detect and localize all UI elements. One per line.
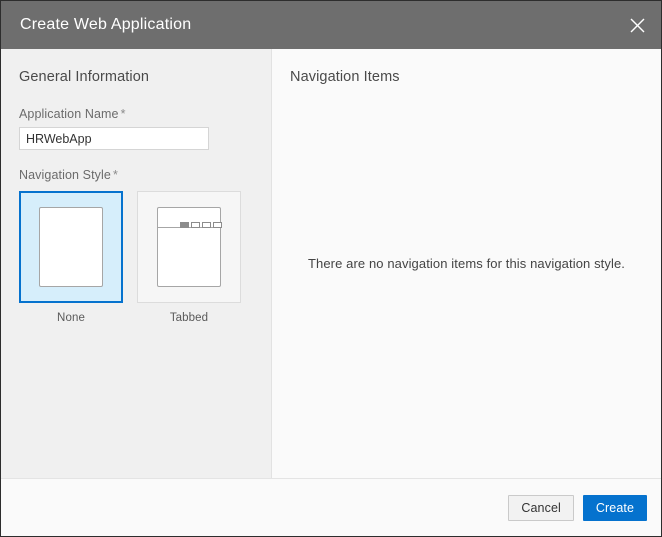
- create-button[interactable]: Create: [582, 494, 647, 521]
- navigation-style-label: Navigation Style *: [19, 168, 253, 182]
- close-icon: [629, 17, 646, 34]
- close-button[interactable]: [613, 1, 661, 49]
- navigation-items-heading: Navigation Items: [290, 69, 400, 85]
- application-name-input[interactable]: [19, 127, 209, 150]
- application-name-label: Application Name *: [19, 107, 253, 121]
- tab-preview: [191, 222, 200, 228]
- general-information-heading: General Information: [19, 69, 150, 85]
- navigation-style-options: None Tabbed: [19, 191, 253, 324]
- navigation-style-label-text: Navigation Style: [19, 168, 111, 182]
- application-name-required-marker: *: [120, 107, 126, 121]
- dialog-body: General Information Application Name* Na…: [1, 49, 661, 478]
- navigation-style-option-tabbed[interactable]: Tabbed: [137, 191, 241, 324]
- tab-preview: [213, 222, 222, 228]
- navigation-style-card-tabbed[interactable]: [137, 191, 241, 303]
- navigation-style-required-marker: *: [112, 168, 118, 182]
- dialog-titlebar: Create Web Application: [1, 1, 661, 49]
- navigation-style-label-none: None: [57, 312, 85, 324]
- navigation-style-card-none[interactable]: [19, 191, 123, 303]
- cancel-button[interactable]: Cancel: [508, 494, 574, 521]
- tab-preview-active: [180, 222, 189, 228]
- general-information-panel: General Information Application Name* Na…: [1, 49, 272, 478]
- tab-previews: [180, 222, 222, 228]
- navigation-items-empty-message: There are no navigation items for this n…: [307, 256, 626, 271]
- create-web-application-dialog: Create Web Application General Informati…: [0, 0, 662, 537]
- dialog-footer: Cancel Create: [1, 478, 661, 536]
- navigation-items-panel: Navigation Items There are no navigation…: [272, 49, 661, 478]
- tab-preview: [202, 222, 211, 228]
- application-name-label-text: Application Name: [19, 107, 119, 121]
- plain-page-icon: [39, 207, 103, 287]
- navigation-style-option-none[interactable]: None: [19, 191, 123, 324]
- navigation-style-label-tabbed: Tabbed: [169, 312, 209, 324]
- dialog-title: Create Web Application: [20, 16, 192, 33]
- tabbed-page-icon: [157, 207, 222, 287]
